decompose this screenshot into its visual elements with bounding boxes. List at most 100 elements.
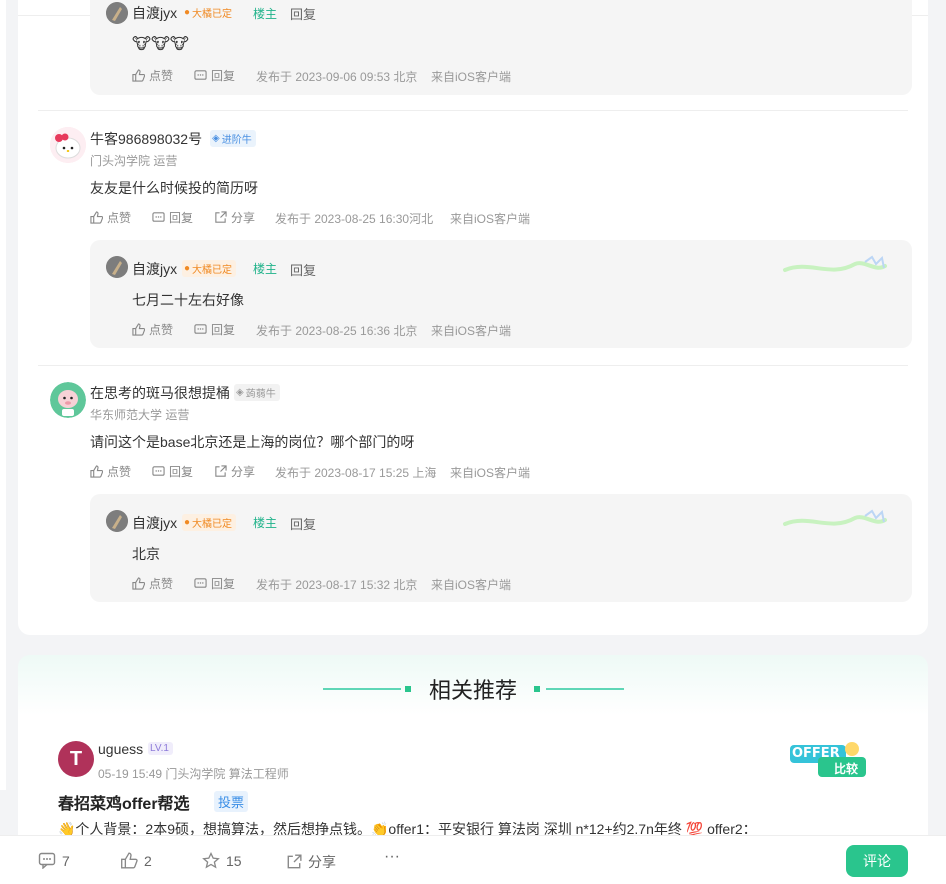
share-icon xyxy=(286,854,302,870)
reply-action[interactable]: 回复 xyxy=(194,67,235,84)
chat-icon xyxy=(194,577,207,590)
chat-icon xyxy=(152,465,165,478)
reply-link[interactable]: 回复 xyxy=(290,260,316,279)
user-school: 门头沟学院 运营 xyxy=(90,154,178,168)
thumb-up-icon xyxy=(132,577,145,590)
chat-icon xyxy=(194,323,207,336)
like-label: 点赞 xyxy=(107,465,132,479)
post-source: 来自iOS客户端 xyxy=(431,70,512,84)
thumb-text-1: OFFER xyxy=(792,746,840,761)
owner-badge: 楼主 xyxy=(253,262,278,276)
like-action[interactable]: 点赞 xyxy=(90,463,131,480)
reply-username[interactable]: 自渡jyx xyxy=(132,3,177,23)
like-action[interactable]: 点赞 xyxy=(132,67,173,84)
level-badge: ◈ 进阶牛 xyxy=(210,130,256,147)
like-label: 点赞 xyxy=(107,211,132,225)
thumb-text-2: 比较 xyxy=(834,762,859,776)
comment-divider xyxy=(38,365,908,366)
user-school: 华东师范大学 运营 xyxy=(90,408,190,422)
left-edge-panel xyxy=(0,0,6,790)
badge-icon: ● xyxy=(184,517,191,528)
like-action[interactable]: 点赞 xyxy=(132,575,173,592)
like-label: 点赞 xyxy=(149,323,174,337)
level-icon: ◈ xyxy=(236,387,244,398)
share-label: 分享 xyxy=(308,854,336,870)
badge-icon: ● xyxy=(184,263,191,274)
comment-text: 请问这个是base北京还是上海的岗位？哪个部门的呀 xyxy=(90,434,415,450)
offer-thumbnail[interactable]: OFFER 比较 xyxy=(788,739,868,779)
share-button[interactable]: 分享 xyxy=(286,852,336,872)
post-source: 来自iOS客户端 xyxy=(431,578,512,592)
comment-divider xyxy=(38,110,908,111)
like-action[interactable]: 点赞 xyxy=(90,209,131,226)
favorite-count-button[interactable]: 15 xyxy=(202,852,242,869)
post-username[interactable]: uguess xyxy=(98,741,143,757)
share-label: 分享 xyxy=(231,211,256,225)
reply-action[interactable]: 回复 xyxy=(152,463,193,480)
reply-username[interactable]: 自渡jyx xyxy=(132,513,177,533)
reply-text: 北京 xyxy=(132,546,160,562)
thumb-up-icon xyxy=(120,852,138,869)
vote-tag: 投票 xyxy=(214,791,249,812)
badge-label: 大橘已定 xyxy=(192,519,233,530)
reply-action[interactable]: 回复 xyxy=(194,575,235,592)
reply-action[interactable]: 回复 xyxy=(194,321,235,338)
avatar[interactable] xyxy=(50,127,86,163)
user-badge: ● 大橘已定 xyxy=(182,260,237,277)
level-label: 进阶牛 xyxy=(221,135,252,146)
post-time: 发布于 2023-09-06 09:53 北京 xyxy=(256,70,418,84)
avatar[interactable] xyxy=(106,2,128,24)
user-badge: ● 大橘已定 xyxy=(182,514,237,531)
reply-text: 七月二十左右好像 xyxy=(132,292,244,308)
post-time: 发布于 2023-08-25 16:36 北京 xyxy=(256,324,418,338)
reply-link[interactable]: 回复 xyxy=(290,514,316,533)
thumb-up-icon xyxy=(90,465,103,478)
avatar[interactable]: T xyxy=(58,741,94,777)
comment-icon xyxy=(38,852,56,869)
comment-text: 友友是什么时候投的简历呀 xyxy=(90,180,258,196)
reply-username[interactable]: 自渡jyx xyxy=(132,259,177,279)
reply-label: 回复 xyxy=(211,323,236,337)
post-time: 发布于 2023-08-25 16:30河北 xyxy=(275,212,434,226)
post-title[interactable]: 春招菜鸡offer帮选 xyxy=(58,790,190,814)
post-time: 发布于 2023-08-17 15:32 北京 xyxy=(256,578,418,592)
share-icon xyxy=(214,465,227,478)
comment-count: 7 xyxy=(62,852,70,869)
bottom-action-bar: 7 2 15 分享 ··· 评论 xyxy=(0,835,946,884)
like-label: 点赞 xyxy=(149,69,174,83)
thumb-up-icon xyxy=(90,211,103,224)
comment-button[interactable]: 评论 xyxy=(846,845,908,877)
avatar[interactable] xyxy=(106,256,128,278)
reply-box: 自渡jyx ● 大橘已定 楼主 回复 🐮🐮🐮 点赞 回复 发布于 2023-09-… xyxy=(90,0,912,95)
reply-link[interactable]: 回复 xyxy=(290,4,316,23)
reply-box: 自渡jyx ● 大橘已定 楼主 回复 北京 点赞 回复 发布于 2023-08-1… xyxy=(90,494,912,602)
share-action[interactable]: 分享 xyxy=(214,209,255,226)
thumb-up-icon xyxy=(132,323,145,336)
like-count-button[interactable]: 2 xyxy=(120,852,152,869)
post-source: 来自iOS客户端 xyxy=(450,466,531,480)
reply-label: 回复 xyxy=(169,465,194,479)
share-label: 分享 xyxy=(231,465,256,479)
level-badge: LV.1 xyxy=(148,742,173,755)
avatar[interactable] xyxy=(106,510,128,532)
comment-count-button[interactable]: 7 xyxy=(38,852,70,869)
comment-card: 自渡jyx ● 大橘已定 楼主 回复 🐮🐮🐮 点赞 回复 发布于 2023-09-… xyxy=(18,0,928,635)
level-label: 蒟蒻牛 xyxy=(245,389,276,400)
avatar[interactable] xyxy=(50,382,86,418)
badge-icon: ● xyxy=(184,7,191,18)
owner-badge: 楼主 xyxy=(253,7,278,21)
level-icon: ◈ xyxy=(212,133,220,144)
comment-username[interactable]: 在思考的斑马很想提桶 xyxy=(90,383,230,403)
level-badge: ◈ 蒟蒻牛 xyxy=(234,384,280,401)
like-action[interactable]: 点赞 xyxy=(132,321,173,338)
more-button[interactable]: ··· xyxy=(384,848,400,866)
related-title: 相关推荐 xyxy=(428,678,517,703)
share-action[interactable]: 分享 xyxy=(214,463,255,480)
share-icon xyxy=(214,211,227,224)
like-label: 点赞 xyxy=(149,577,174,591)
reply-action[interactable]: 回复 xyxy=(152,209,193,226)
comment-username[interactable]: 牛客986898032号 xyxy=(90,129,202,149)
post-time: 发布于 2023-08-17 15:25 上海 xyxy=(275,466,437,480)
chat-icon xyxy=(152,211,165,224)
like-count: 2 xyxy=(144,852,152,869)
